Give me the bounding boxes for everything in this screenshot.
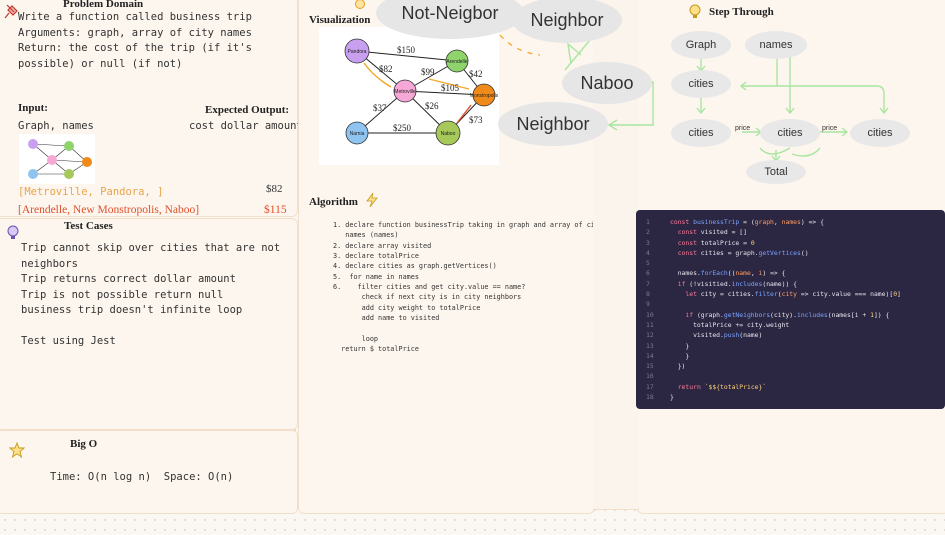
line-number: 13 xyxy=(646,341,654,350)
output-value: cost dollar amount xyxy=(189,120,303,132)
algorithm-line-6: 5. for name in names xyxy=(333,273,419,281)
algorithm-line-8: check if next city is in city neighbors xyxy=(333,293,522,301)
edge-label: $42 xyxy=(469,69,483,79)
line-number: 8 xyxy=(646,290,650,299)
line-number: 16 xyxy=(646,372,654,381)
output-label: Expected Output: xyxy=(205,104,290,116)
lightbulb-icon xyxy=(7,225,19,239)
visualization-title: Visualization xyxy=(309,14,371,26)
line-number: 9 xyxy=(646,300,650,309)
algorithm-title: Algorithm xyxy=(309,196,358,208)
edge-label: $73 xyxy=(469,115,483,125)
example-2-input: [Arendelle, New Monstropolis, Naboo] xyxy=(18,204,200,216)
edge-label: $250 xyxy=(393,123,412,133)
step-price-2: price xyxy=(822,125,838,132)
city-graph: $150 $82 $99 $42 $105 $37 $26 $250 $73 P… xyxy=(319,27,499,165)
lightbulb-icon xyxy=(355,0,365,9)
problem-line-4: possible) or null (if not) xyxy=(18,58,183,70)
line-number: 14 xyxy=(646,351,654,360)
line-number: 3 xyxy=(646,238,650,247)
edge-label: $26 xyxy=(425,101,439,111)
graph-thumbnail xyxy=(19,134,95,184)
line-number: 2 xyxy=(646,228,650,237)
algorithm-line-10: add name to visited xyxy=(333,314,440,322)
star-icon xyxy=(9,442,25,458)
code-block: 1 const businessTrip = (graph, names) => … xyxy=(636,210,945,409)
input-label: Input: xyxy=(18,102,48,114)
step-names: names xyxy=(745,31,807,59)
node-label: Arendelle xyxy=(446,59,467,65)
test-line-2: neighbors xyxy=(21,258,78,270)
edge-label: $37 xyxy=(373,103,387,113)
step-cities-a: cities xyxy=(671,119,731,147)
edge-label: $105 xyxy=(441,83,460,93)
line-number: 15 xyxy=(646,362,654,371)
example-1-input: [Metroville, Pandora, ] xyxy=(18,186,164,198)
bigo-title: Big O xyxy=(70,438,98,450)
bubble-naboo: Naboo xyxy=(562,62,652,104)
line-number: 1 xyxy=(646,218,650,226)
problem-line-1: Write a function called business trip xyxy=(18,11,252,23)
step-through-title: Step Through xyxy=(709,6,774,18)
algorithm-line-4: 3. declare totalPrice xyxy=(333,252,419,260)
line-number: 10 xyxy=(646,310,654,319)
bubble-neighbor-bottom: Neighbor xyxy=(498,102,608,146)
test-line-7: Test using Jest xyxy=(21,335,116,347)
edge-label: $82 xyxy=(379,64,393,74)
line-number: 5 xyxy=(646,259,650,268)
algorithm-line-13: return $ totalPrice xyxy=(333,345,419,353)
test-line-5: business trip doesn't infinite loop xyxy=(21,304,243,316)
example-2-output: $115 xyxy=(264,204,287,216)
lightbulb-icon xyxy=(689,4,701,18)
tests-title: Test Cases xyxy=(64,220,113,232)
test-line-3: Trip returns correct dollar amount xyxy=(21,273,236,285)
step-price-1: price xyxy=(735,125,751,132)
line-number: 6 xyxy=(646,269,650,278)
algorithm-line-2: names (names) xyxy=(333,231,399,239)
step-graph: Graph xyxy=(671,31,731,59)
node-label: Narnia xyxy=(350,131,365,137)
line-number: 11 xyxy=(646,320,654,329)
algorithm-line-5: 4. declare cities as graph.getVertices() xyxy=(333,262,497,270)
line-number: 17 xyxy=(646,382,654,391)
test-line-1: Trip cannot skip over cities that are no… xyxy=(21,242,281,254)
lightning-icon xyxy=(366,193,378,207)
example-1-output: $82 xyxy=(266,183,283,195)
line-number: 4 xyxy=(646,248,650,257)
node-label: Naboo xyxy=(441,131,456,137)
algorithm-line-3: 2. declare array visited xyxy=(333,242,432,250)
problem-line-2: Arguments: graph, array of city names xyxy=(18,27,252,39)
node-label: Pandora xyxy=(348,49,367,55)
input-value: Graph, names xyxy=(18,120,94,132)
step-total: Total xyxy=(746,160,806,184)
line-number: 7 xyxy=(646,279,650,288)
step-cities-c: cities xyxy=(850,119,910,147)
algorithm-line-9: add city weight to totalPrice xyxy=(333,304,481,312)
test-line-4: Trip is not possible return null xyxy=(21,289,224,301)
algorithm-line-12: loop xyxy=(333,335,379,343)
algorithm-line-1: 1. declare function businessTrip taking … xyxy=(333,221,604,229)
bigo-text: Time: O(n log n) Space: O(n) xyxy=(50,471,234,483)
algorithm-line-7: 6. filter cities and get city.value == n… xyxy=(333,283,526,291)
edge-label: $99 xyxy=(421,67,435,77)
line-number: 18 xyxy=(646,393,654,402)
step-cities-b: cities xyxy=(760,119,820,147)
line-number: 12 xyxy=(646,331,654,340)
node-label: Metroville xyxy=(394,89,416,95)
step-cities-top: cities xyxy=(671,70,731,98)
problem-line-3: Return: the cost of the trip (if it's xyxy=(18,42,252,54)
problem-title: Problem Domain xyxy=(63,0,144,10)
edge-label: $150 xyxy=(397,45,416,55)
